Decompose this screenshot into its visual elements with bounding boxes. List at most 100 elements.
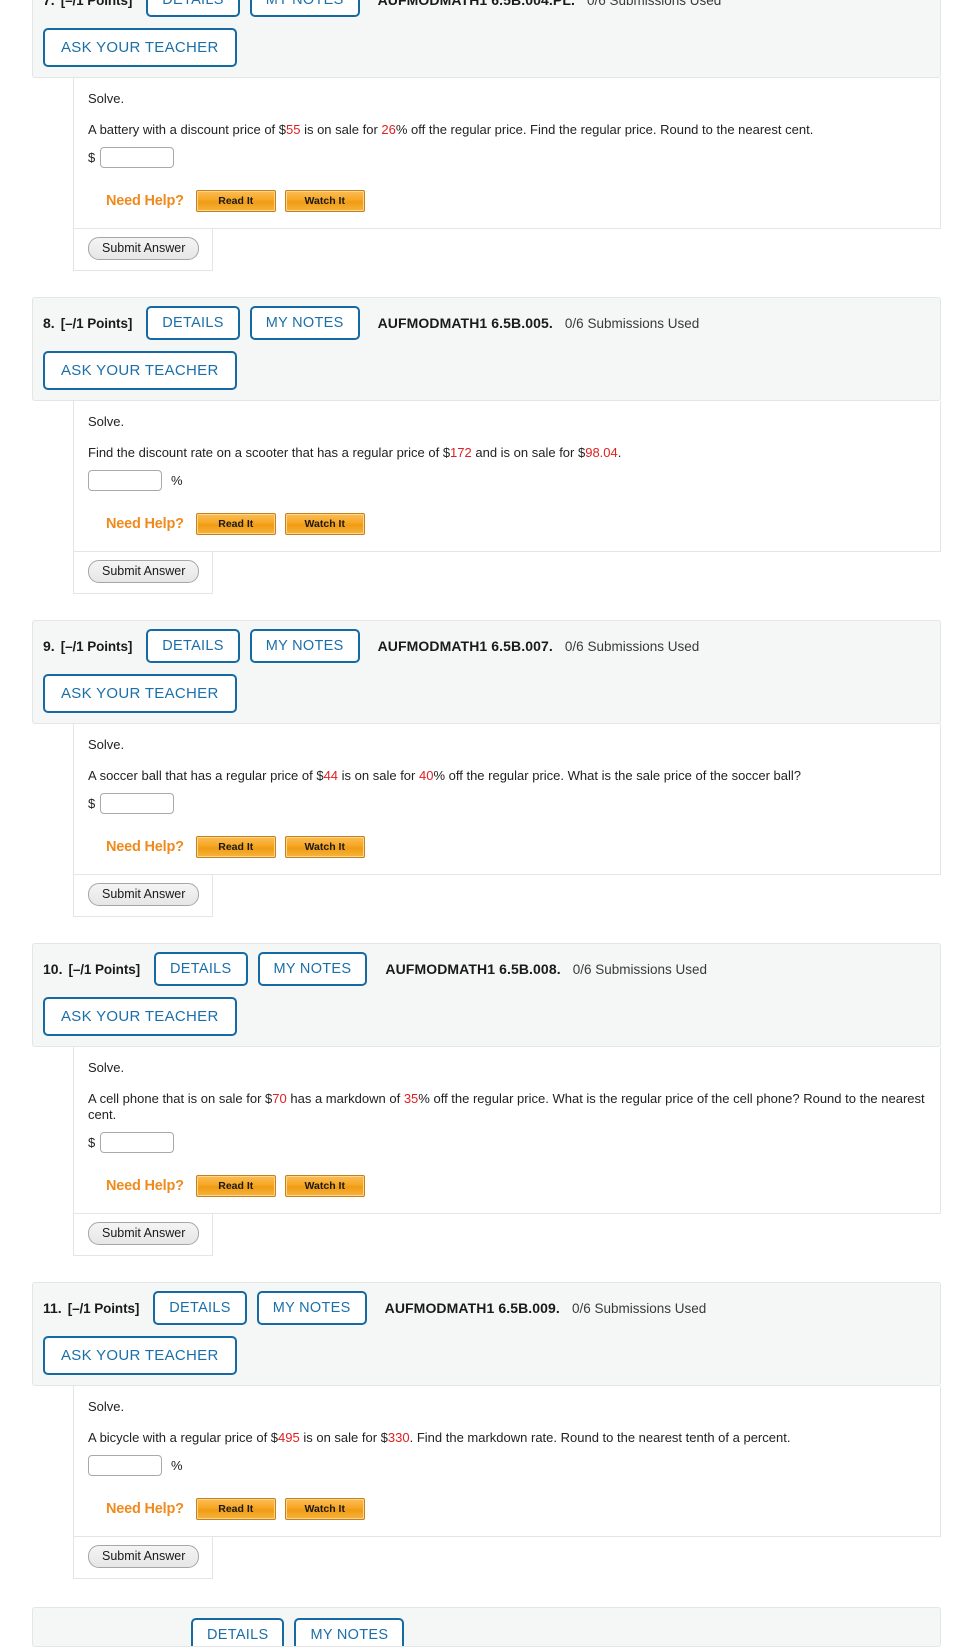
problem-id: AUFMODMATH1 6.5B.008.	[385, 961, 561, 977]
points-label: [–/1 Points]	[68, 961, 141, 977]
problem-id: AUFMODMATH1 6.5B.005.	[377, 315, 553, 331]
question-header: 10. [–/1 Points] DETAILS MY NOTES AUFMODMATH…	[32, 943, 941, 1047]
question-header: 8. [–/1 Points] DETAILS MY NOTES AUFMODMATH1…	[32, 297, 941, 401]
watch-it-button[interactable]: Watch It	[284, 513, 365, 535]
watch-it-button[interactable]: Watch It	[284, 1175, 365, 1197]
card-gap	[0, 917, 958, 943]
percent-sign: %	[171, 1458, 183, 1473]
question-header-row: 9. [–/1 Points] DETAILS MY NOTES AUFMODMATH1…	[43, 629, 930, 663]
question-text-segment: % off the regular price. What is the sal…	[433, 768, 802, 783]
question-text-segment: is on sale for $	[299, 1430, 388, 1445]
card-gap	[0, 594, 958, 620]
submissions-used: 0/6 Submissions Used	[587, 0, 722, 8]
ask-teacher-wrap: ASK YOUR TEACHER	[43, 351, 930, 390]
details-button[interactable]: DETAILS	[146, 306, 240, 340]
ask-teacher-wrap: ASK YOUR TEACHER	[43, 997, 930, 1036]
question-number: 7.	[43, 0, 55, 8]
question-card: 9. [–/1 Points] DETAILS MY NOTES AUFMODMATH1…	[0, 620, 958, 943]
solve-label: Solve.	[88, 737, 125, 752]
submit-answer-button[interactable]: Submit Answer	[88, 1222, 200, 1245]
watch-it-button[interactable]: Watch It	[284, 836, 365, 858]
question-value: 35	[403, 1091, 419, 1106]
submit-answer-wrap: Submit Answer	[73, 229, 213, 271]
solve-label: Solve.	[88, 1399, 125, 1414]
question-number: 9.	[43, 638, 55, 654]
submit-answer-button[interactable]: Submit Answer	[88, 237, 200, 260]
my-notes-button[interactable]: MY NOTES	[256, 1291, 367, 1325]
answer-input[interactable]	[88, 470, 162, 491]
ask-your-teacher-button[interactable]: ASK YOUR TEACHER	[43, 351, 237, 390]
question-header-row: 8. [–/1 Points] DETAILS MY NOTES AUFMODMATH1…	[43, 306, 930, 340]
read-it-button[interactable]: Read It	[195, 836, 276, 858]
answer-row: $	[88, 793, 940, 814]
answer-input[interactable]	[100, 1132, 175, 1153]
submit-answer-button[interactable]: Submit Answer	[88, 560, 200, 583]
ask-teacher-wrap: ASK YOUR TEACHER	[43, 674, 930, 713]
read-it-button[interactable]: Read It	[195, 513, 276, 535]
details-button[interactable]: DETAILS	[154, 952, 248, 986]
question-header: 11. [–/1 Points] DETAILS MY NOTES AUFMODMATH…	[32, 1282, 941, 1386]
question-body: Solve. A cell phone that is on sale for $…	[73, 1047, 941, 1214]
question-header-row: 10. [–/1 Points] DETAILS MY NOTES AUFMODMATH…	[43, 952, 930, 986]
answer-row: $	[88, 147, 940, 168]
question-text-segment: . Find the markdown rate. Round to the n…	[409, 1430, 791, 1445]
answer-input[interactable]	[100, 793, 175, 814]
submissions-used: 0/6 Submissions Used	[571, 1300, 707, 1316]
watch-it-button[interactable]: Watch It	[284, 1498, 365, 1520]
read-it-button[interactable]: Read It	[195, 1175, 276, 1197]
problem-id: AUFMODMATH1 6.5B.007.	[377, 638, 553, 654]
submit-answer-wrap: Submit Answer	[73, 1214, 213, 1256]
question-body: Solve. A battery with a discount price of…	[73, 78, 941, 229]
question-body: Solve. A bicycle with a regular price of …	[73, 1386, 941, 1537]
question-header: 7. [–/1 Points] DETAILS MY NOTES AUFMODMATH1…	[32, 0, 941, 78]
answer-input[interactable]	[100, 147, 175, 168]
points-label: [–/1 Points]	[60, 0, 133, 8]
question-card: 8. [–/1 Points] DETAILS MY NOTES AUFMODMATH1…	[0, 297, 958, 620]
read-it-button[interactable]: Read It	[195, 190, 276, 212]
question-text: A battery with a discount price of $55 i…	[88, 122, 928, 138]
need-help-row: Need Help? Read It Watch It	[88, 1175, 940, 1197]
question-value: 44	[323, 768, 339, 783]
question-value: 55	[286, 122, 301, 137]
ask-your-teacher-button[interactable]: ASK YOUR TEACHER	[43, 1336, 237, 1375]
need-help-row: Need Help? Read It Watch It	[88, 836, 940, 858]
question-text-segment: A bicycle with a regular price of $	[88, 1430, 279, 1445]
question-text-segment: is on sale for	[300, 122, 382, 137]
details-button[interactable]: DETAILS	[191, 1618, 285, 1646]
my-notes-button[interactable]: MY NOTES	[257, 952, 368, 986]
ask-your-teacher-button[interactable]: ASK YOUR TEACHER	[43, 28, 237, 67]
need-help-label: Need Help?	[106, 516, 184, 532]
watch-it-button[interactable]: Watch It	[284, 190, 365, 212]
my-notes-button[interactable]: MY NOTES	[249, 306, 360, 340]
my-notes-button[interactable]: MY NOTES	[249, 629, 360, 663]
dollar-sign: $	[88, 150, 96, 165]
answer-input[interactable]	[88, 1455, 162, 1476]
solve-label: Solve.	[88, 414, 125, 429]
details-button[interactable]: DETAILS	[146, 0, 240, 17]
question-header-row: DETAILS MY NOTES	[43, 1618, 930, 1646]
need-help-label: Need Help?	[106, 1501, 184, 1517]
submissions-used: 0/6 Submissions Used	[564, 638, 700, 654]
question-value: 172	[450, 445, 472, 460]
submit-answer-button[interactable]: Submit Answer	[88, 1545, 200, 1568]
points-label: [–/1 Points]	[67, 1300, 140, 1316]
ask-your-teacher-button[interactable]: ASK YOUR TEACHER	[43, 674, 237, 713]
details-button[interactable]: DETAILS	[146, 629, 240, 663]
question-body: Solve. A soccer ball that has a regular p…	[73, 724, 941, 875]
ask-teacher-wrap: ASK YOUR TEACHER	[43, 1336, 930, 1375]
question-value: 70	[272, 1091, 287, 1106]
question-text: A cell phone that is on sale for $70 has…	[88, 1091, 928, 1123]
my-notes-button[interactable]: MY NOTES	[294, 1618, 405, 1646]
submit-answer-button[interactable]: Submit Answer	[88, 883, 200, 906]
submissions-used: 0/6 Submissions Used	[572, 961, 708, 977]
homework-question-list: 7. [–/1 Points] DETAILS MY NOTES AUFMODMATH1…	[0, 0, 958, 1647]
ask-your-teacher-button[interactable]: ASK YOUR TEACHER	[43, 997, 237, 1036]
read-it-button[interactable]: Read It	[195, 1498, 276, 1520]
details-button[interactable]: DETAILS	[153, 1291, 247, 1325]
my-notes-button[interactable]: MY NOTES	[249, 0, 360, 17]
question-value: 40	[418, 768, 434, 783]
need-help-label: Need Help?	[106, 839, 184, 855]
question-text-segment: is on sale for	[338, 768, 419, 783]
question-text-segment: and is on sale for $	[471, 445, 586, 460]
points-label: [–/1 Points]	[60, 315, 133, 331]
